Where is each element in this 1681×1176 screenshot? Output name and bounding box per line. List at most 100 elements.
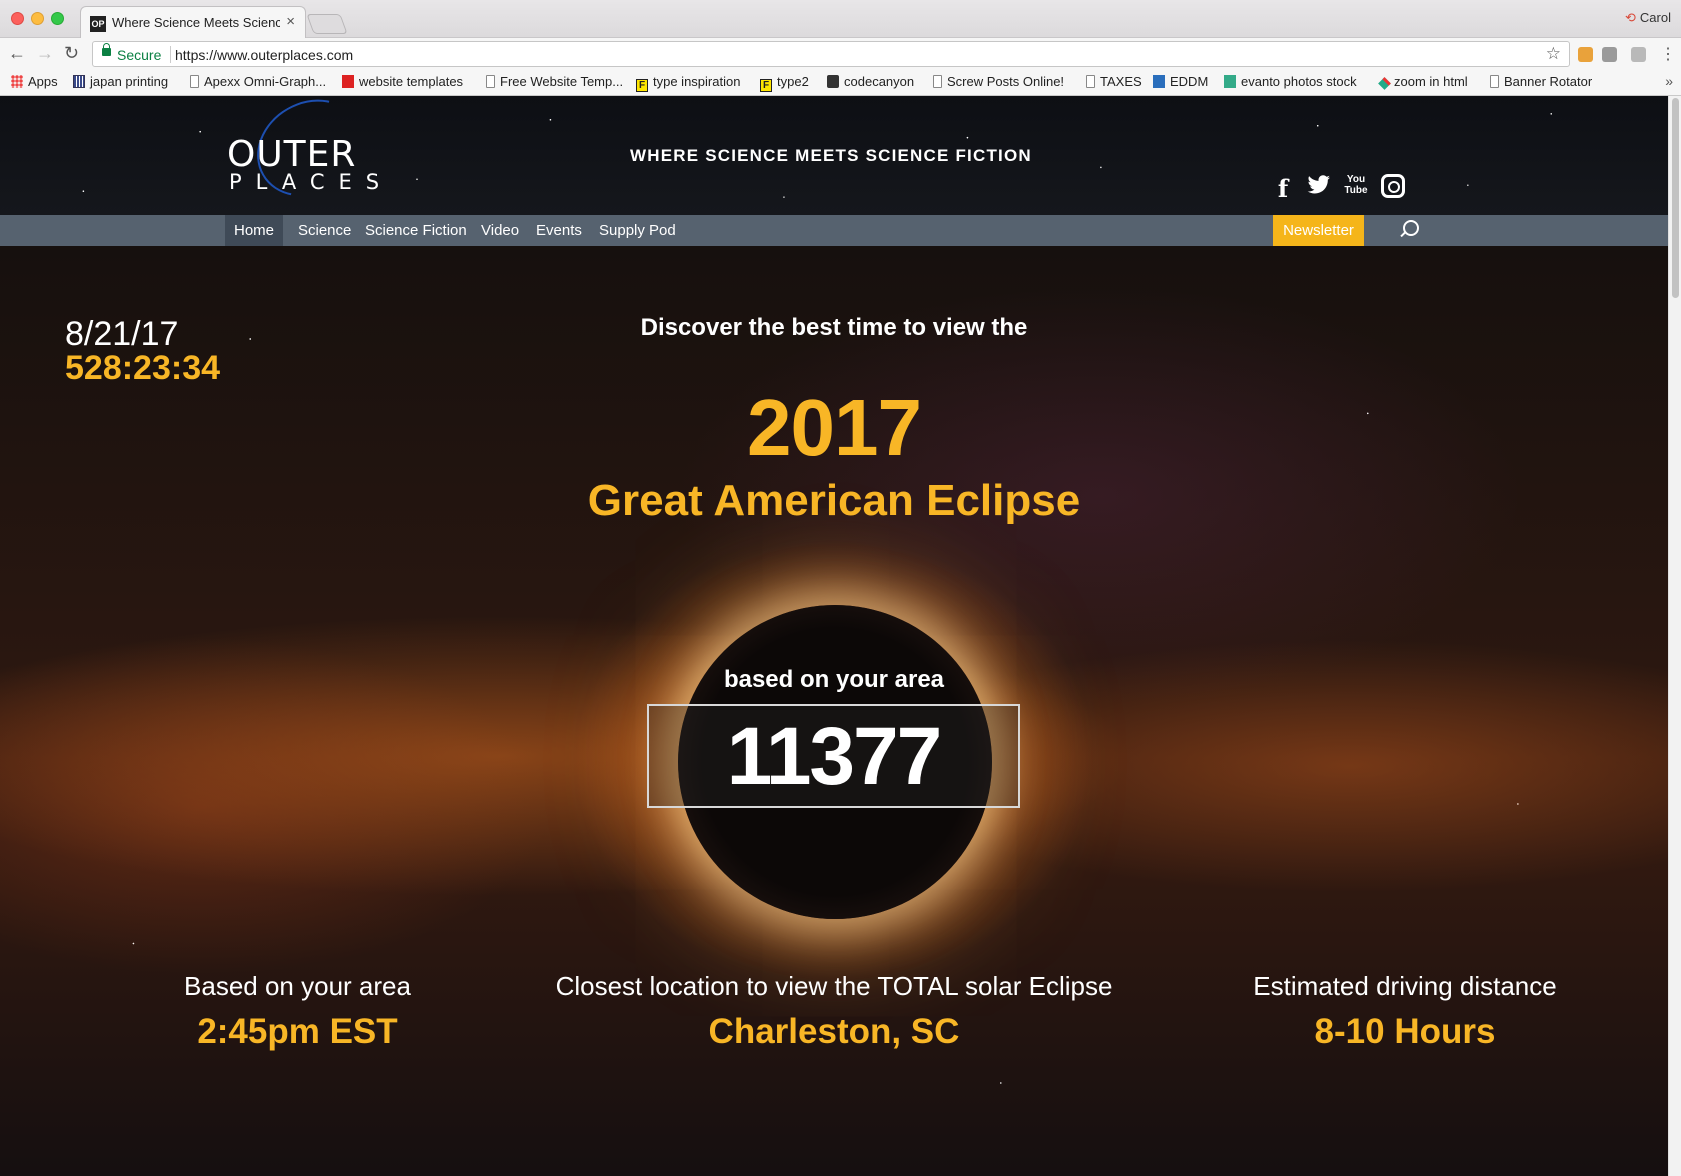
- site-favicon: OP: [90, 16, 106, 32]
- new-tab-button[interactable]: [306, 14, 348, 34]
- nav-home[interactable]: Home: [225, 215, 284, 246]
- bookmark-label: TAXES: [1100, 74, 1142, 89]
- address-bar[interactable]: Secure https://www.outerplaces.com ☆: [92, 41, 1570, 67]
- grid-favicon-icon: [73, 75, 85, 88]
- bookmark-item[interactable]: Screw Posts Online!: [933, 74, 1064, 89]
- hero-title: Great American Eclipse: [587, 476, 1081, 525]
- site-header: OUTER PLACES WHERE SCIENCE MEETS SCIENCE…: [0, 96, 1668, 216]
- main-nav: Home Science Science Fiction Video Event…: [0, 215, 1668, 246]
- f-favicon-icon: F: [760, 79, 772, 92]
- url-text[interactable]: https://www.outerplaces.com: [175, 47, 353, 63]
- bookmark-apps[interactable]: Apps: [11, 74, 58, 89]
- extension-icon[interactable]: [1578, 47, 1593, 62]
- site-tagline: WHERE SCIENCE MEETS SCIENCE FICTION: [630, 146, 1032, 165]
- bookmark-label: type inspiration: [653, 74, 741, 89]
- bookmark-label: Apexx Omni-Graph...: [204, 74, 327, 89]
- youtube-icon[interactable]: You Tube: [1344, 174, 1368, 198]
- bookmark-label: zoom in html: [1394, 74, 1468, 89]
- tab-close-icon[interactable]: ×: [286, 13, 295, 30]
- bookmark-item[interactable]: zoom in html: [1378, 74, 1468, 90]
- back-arrow-icon[interactable]: ←: [8, 43, 26, 64]
- extension-icon[interactable]: [1602, 47, 1617, 62]
- bookmarks-bar: Apps japan printing Apexx Omni-Graph... …: [0, 70, 1681, 96]
- hero-year: 2017: [747, 383, 922, 472]
- zip-code-input[interactable]: 11377: [647, 704, 1020, 808]
- bookmark-item[interactable]: evanto photos stock: [1224, 74, 1357, 89]
- viewing-time-value: 2:45pm EST: [197, 1012, 398, 1051]
- bookmark-label: Banner Rotator: [1504, 74, 1593, 89]
- bookmark-star-icon[interactable]: ☆: [1546, 44, 1561, 64]
- page-scrollbar[interactable]: [1668, 96, 1681, 1176]
- f-favicon-icon: F: [636, 79, 648, 92]
- forward-arrow-icon[interactable]: →: [36, 43, 54, 64]
- twitter-icon[interactable]: [1307, 174, 1331, 198]
- bookmarks-overflow-icon[interactable]: »: [1665, 73, 1673, 89]
- page-icon: [1086, 75, 1095, 88]
- secure-label: Secure: [117, 47, 162, 63]
- search-icon[interactable]: [1398, 219, 1419, 241]
- viewing-time-label: Based on your area: [184, 971, 411, 1001]
- newsletter-button[interactable]: Newsletter: [1273, 215, 1364, 246]
- window-maximize-button[interactable]: [51, 12, 64, 25]
- profile-name: Carol: [1639, 10, 1671, 25]
- bookmark-item[interactable]: Apexx Omni-Graph...: [190, 74, 326, 89]
- nav-events[interactable]: Events: [527, 215, 591, 246]
- browser-menu-icon[interactable]: ⋮: [1660, 44, 1676, 64]
- bookmark-label: website templates: [359, 74, 464, 89]
- profile-button[interactable]: ⟲ Carol: [1625, 10, 1671, 26]
- window-minimize-button[interactable]: [31, 12, 44, 25]
- green-favicon-icon: [1224, 75, 1236, 88]
- bookmark-item[interactable]: website templates: [342, 74, 463, 89]
- bookmark-item[interactable]: Free Website Temp...: [486, 74, 623, 89]
- driving-distance-value: 8-10 Hours: [1314, 1012, 1496, 1051]
- bookmark-item[interactable]: EDDM: [1153, 74, 1208, 89]
- driving-distance-block: Estimated driving distance 8-10 Hours: [1240, 971, 1570, 1052]
- page-icon: [486, 75, 495, 88]
- nav-science[interactable]: Science: [289, 215, 360, 246]
- dark-favicon-icon: [827, 75, 839, 88]
- scrollbar-thumb[interactable]: [1672, 98, 1679, 298]
- site-logo[interactable]: OUTER PLACES: [225, 96, 385, 216]
- browser-toolbar: ← → ↻ Secure https://www.outerplaces.com…: [0, 38, 1681, 70]
- lock-icon: [102, 43, 111, 56]
- nav-science-fiction[interactable]: Science Fiction: [356, 215, 476, 246]
- bookmark-item[interactable]: Banner Rotator: [1490, 74, 1592, 89]
- driving-distance-label: Estimated driving distance: [1253, 971, 1557, 1001]
- nav-supply-pod[interactable]: Supply Pod: [590, 215, 685, 246]
- red-favicon-icon: [342, 75, 354, 88]
- diamond-favicon-icon: [1378, 77, 1391, 90]
- hero-intro: Discover the best time to view the: [640, 314, 1028, 341]
- bookmark-label: Screw Posts Online!: [947, 74, 1065, 89]
- bookmark-item[interactable]: codecanyon: [827, 74, 914, 89]
- closest-location-value: Charleston, SC: [708, 1012, 960, 1051]
- instagram-icon[interactable]: [1381, 174, 1405, 198]
- blue-favicon-icon: [1153, 75, 1165, 88]
- web-page: OUTER PLACES WHERE SCIENCE MEETS SCIENCE…: [0, 96, 1668, 1176]
- bookmark-label: evanto photos stock: [1241, 74, 1357, 89]
- url-separator: [170, 46, 171, 63]
- page-icon: [190, 75, 199, 88]
- bookmark-label: Free Website Temp...: [500, 74, 624, 89]
- viewing-time-block: Based on your area 2:45pm EST: [160, 971, 435, 1052]
- eclipse-hero: 8/21/17 528:23:34 Discover the best time…: [0, 246, 1668, 1176]
- logo-outer-text: OUTER: [227, 134, 357, 175]
- page-icon: [1490, 75, 1499, 88]
- reload-icon[interactable]: ↻: [64, 43, 79, 64]
- bookmark-item[interactable]: japan printing: [73, 74, 168, 89]
- zip-code-value: 11377: [726, 711, 943, 802]
- profile-icon: ⟲: [1625, 10, 1636, 25]
- browser-tab[interactable]: OP Where Science Meets Science Fiction ×: [80, 6, 306, 39]
- extension-icon[interactable]: [1631, 47, 1646, 62]
- bookmark-item[interactable]: Ftype2: [760, 74, 809, 92]
- bookmark-item[interactable]: Ftype inspiration: [636, 74, 740, 92]
- nav-video[interactable]: Video: [472, 215, 528, 246]
- facebook-icon[interactable]: f: [1271, 174, 1295, 203]
- bookmark-label: type2: [777, 74, 809, 89]
- zip-label: based on your area: [723, 666, 945, 693]
- logo-places-text: PLACES: [229, 170, 394, 194]
- apps-grid-icon: [11, 75, 23, 88]
- browser-titlebar: OP Where Science Meets Science Fiction ×…: [0, 0, 1681, 39]
- window-close-button[interactable]: [11, 12, 24, 25]
- bookmark-label: EDDM: [1170, 74, 1209, 89]
- bookmark-item[interactable]: TAXES: [1086, 74, 1142, 89]
